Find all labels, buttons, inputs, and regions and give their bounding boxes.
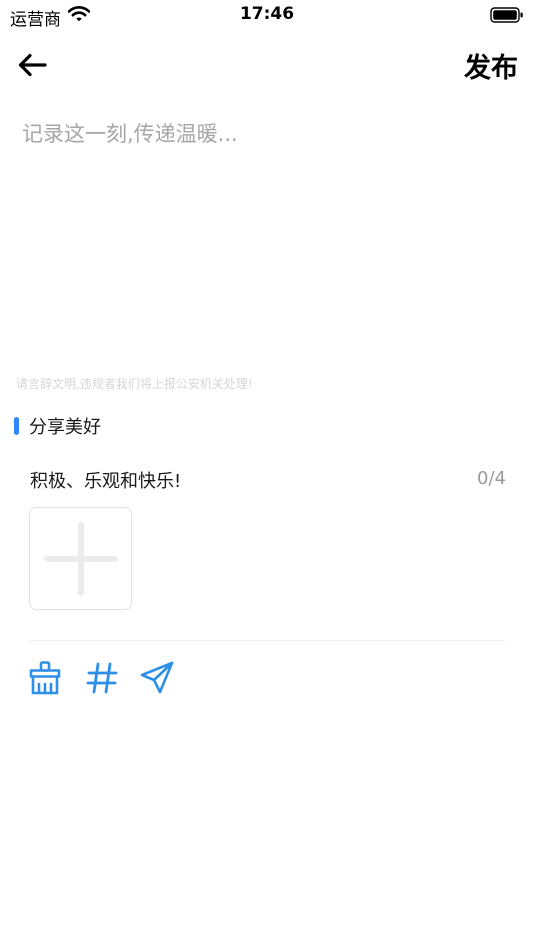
publish-button[interactable]: 发布 [464, 46, 518, 85]
image-count: 0/4 [477, 468, 506, 489]
hashtag-icon [86, 662, 118, 694]
section-header: 分享美好 [14, 414, 101, 438]
topic-button[interactable] [84, 660, 120, 696]
send-button[interactable] [139, 660, 175, 696]
paper-plane-icon [140, 661, 174, 694]
status-bar: 运营商 17:46 [0, 0, 534, 32]
add-image-button[interactable] [29, 507, 132, 610]
back-button[interactable] [16, 50, 52, 80]
content-notice: 请言辞文明,违规者我们将上报公安机关处理! [16, 377, 253, 391]
section-title: 分享美好 [29, 417, 101, 438]
section-accent-bar [14, 417, 19, 435]
arrow-left-icon [18, 53, 47, 77]
share-prompt: 积极、乐观和快乐! [30, 471, 182, 492]
status-time: 17:46 [239, 4, 295, 24]
broom-icon [29, 661, 61, 695]
plus-icon [44, 522, 118, 596]
clear-button[interactable] [27, 660, 63, 696]
post-content-input[interactable] [22, 118, 512, 348]
battery-icon [490, 7, 524, 27]
toolbar-divider [29, 640, 505, 641]
